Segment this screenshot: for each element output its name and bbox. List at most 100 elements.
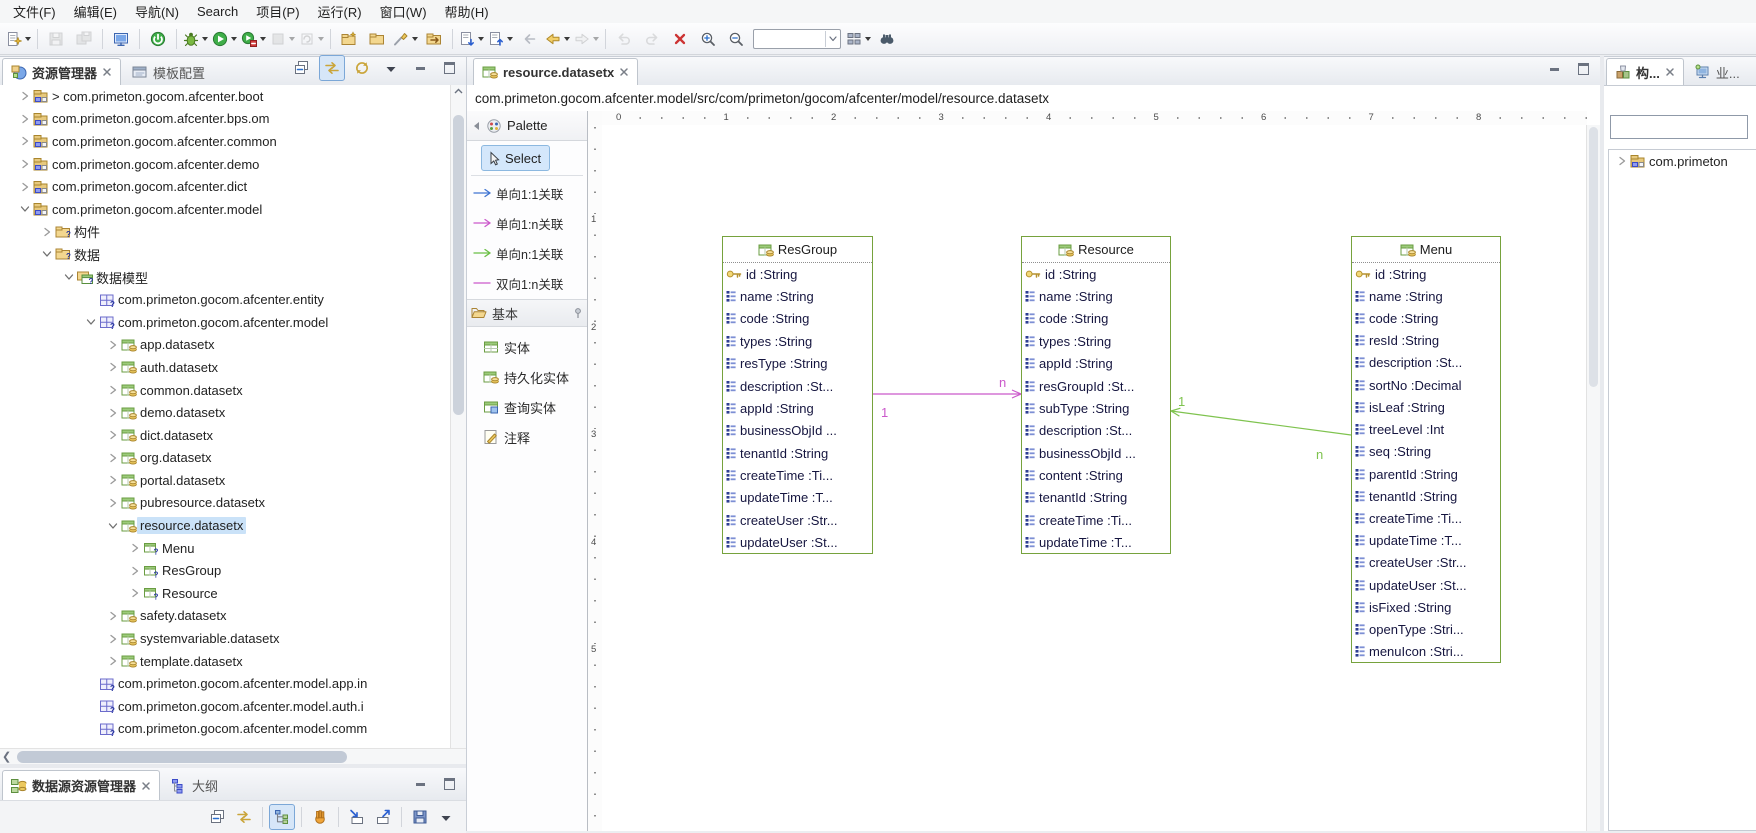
entity-field[interactable]: description :St... [723,375,872,397]
explorer-tab-模板配置[interactable]: 模板配置 [123,58,214,85]
scrollbar-thumb[interactable] [17,751,347,763]
close-tab-icon[interactable] [141,781,151,791]
editor-tab-resource-datasetx[interactable]: resource.datasetx [473,58,638,85]
relation-tool-单向1:1关联[interactable]: 单向1:1关联 [473,179,563,207]
datasource-tab-数据源资源管理器[interactable]: 数据源资源管理器 [2,770,160,800]
tree-item[interactable]: ?Resource [0,582,451,605]
expander-expanded-icon[interactable] [38,247,55,261]
tree-item[interactable]: pubresource.datasetx [0,492,451,515]
entity-field[interactable]: resGroupId :St... [1022,375,1170,397]
entity-field[interactable]: types :String [723,330,872,352]
relation-menu-to-resource[interactable] [1171,411,1351,435]
expander-collapsed-icon[interactable] [16,157,33,171]
delete-button[interactable] [667,27,693,51]
minimize-button[interactable] [1749,57,1756,81]
palette-item-注释[interactable]: 注释 [483,423,530,451]
entity-field[interactable]: createTime :Ti... [1352,507,1500,529]
expander-collapsed-icon[interactable] [104,496,121,510]
relation-tool-单向1:n关联[interactable]: 单向1:n关联 [473,209,563,237]
last-edit-location-button[interactable] [516,27,542,51]
entity-field[interactable]: appId :String [723,397,872,419]
expander-collapsed-icon[interactable] [38,225,55,239]
scroll-up-icon[interactable] [453,86,464,97]
new-file-wizard-button[interactable] [5,27,32,51]
expander-collapsed-icon[interactable] [104,338,121,352]
relation-tool-双向1:n关联[interactable]: 双向1:n关联 [473,269,563,297]
entity-field[interactable]: sortNo :Decimal [1352,374,1500,396]
zoom-combo-combo[interactable] [753,29,841,49]
import-folder-button[interactable] [421,27,447,51]
menu-编辑E[interactable]: 编辑(E) [65,0,126,24]
tree-item[interactable]: ?com.primeton.gocom.afcenter.model.comm [0,718,451,741]
expander-collapsed-icon[interactable] [126,586,143,600]
maximize-button[interactable] [1571,57,1595,81]
tree-item[interactable]: ?com.primeton.gocom.afcenter.entity [0,288,451,311]
tree-item[interactable]: ?com.primeton.gocom.afcenter.model.app.i… [0,672,451,695]
maximize-button[interactable] [437,56,461,80]
combo-dropdown-icon[interactable] [825,31,840,47]
close-tab-icon[interactable] [102,67,112,77]
entity-field[interactable]: updateTime :T... [1352,530,1500,552]
checkout-dropdown-icon[interactable] [478,37,484,41]
entity-field[interactable]: tenantId :String [1022,487,1170,509]
tree-item[interactable]: com.primeton.gocom.afcenter.demo [0,153,451,176]
tree-item[interactable]: ?构件 [0,221,451,244]
expander-collapsed-icon[interactable] [16,112,33,126]
export-button[interactable] [371,805,395,829]
explorer-horizontal-scrollbar[interactable]: ❮ [0,748,466,765]
hand-tool-button[interactable] [308,805,332,829]
entity-field[interactable]: resId :String [1352,330,1500,352]
refresh-button[interactable] [350,56,374,80]
entity-field[interactable]: updateUser :St... [1352,574,1500,596]
search-button[interactable] [874,27,900,51]
expander-collapsed-icon[interactable] [104,360,121,374]
select-tool[interactable]: Select [481,145,550,171]
forward-dropdown-icon[interactable] [593,37,599,41]
collapse-all-button[interactable] [290,56,314,80]
link-with-editor-button[interactable] [319,55,345,81]
expander-collapsed-icon[interactable] [104,406,121,420]
tree-item[interactable]: portal.datasetx [0,469,451,492]
open-folder-button[interactable] [364,27,390,51]
expander-collapsed-icon[interactable] [104,383,121,397]
scrollbar-thumb[interactable] [453,115,464,415]
view-menu-button[interactable] [434,805,458,829]
new-folder-button[interactable] [336,27,362,51]
entity-field[interactable]: openType :Stri... [1352,619,1500,641]
relation-tool-单向n:1关联[interactable]: 单向n:1关联 [473,239,563,267]
minimize-button[interactable] [408,56,432,80]
tree-item[interactable]: ?Menu [0,537,451,560]
palette-item-实体[interactable]: 实体 [483,333,530,361]
entity-field[interactable]: isFixed :String [1352,596,1500,618]
checkin-button[interactable] [487,27,514,51]
entity-field[interactable]: tenantId :String [1352,485,1500,507]
back-button[interactable] [544,27,571,51]
run-special-dropdown-icon[interactable] [260,37,266,41]
back-dropdown-icon[interactable] [564,37,570,41]
expander-collapsed-icon[interactable] [16,89,33,103]
tree-item[interactable]: ?数据 [0,243,451,266]
entity-field[interactable]: isLeaf :String [1352,396,1500,418]
layout-grid-button[interactable] [845,27,872,51]
entity-field[interactable]: code :String [1022,308,1170,330]
tree-item[interactable]: auth.datasetx [0,356,451,379]
expander-expanded-icon[interactable] [104,519,121,533]
entity-Menu[interactable]: Menuid :Stringname :Stringcode :Stringre… [1351,236,1501,663]
entity-field[interactable]: description :St... [1022,420,1170,442]
right-tree-item[interactable]: com.primeton [1609,150,1756,173]
right-tab-业...[interactable]: 业... [1686,58,1749,85]
palette-item-查询实体[interactable]: 查询实体 [483,393,556,421]
entity-field[interactable]: description :St... [1352,352,1500,374]
tree-item[interactable]: demo.datasetx [0,401,451,424]
menu-文件F[interactable]: 文件(F) [4,0,65,24]
menu-Search[interactable]: Search [188,1,247,22]
menu-导航N[interactable]: 导航(N) [126,0,188,24]
datasource-tab-大纲[interactable]: 大纲 [162,770,227,800]
tree-item[interactable]: ?数据模型 [0,266,451,289]
expander-expanded-icon[interactable] [60,270,77,284]
tree-item[interactable]: safety.datasetx [0,605,451,628]
tree-item[interactable]: > com.primeton.gocom.afcenter.boot [0,85,451,108]
layout-grid-dropdown-icon[interactable] [865,37,871,41]
entity-field[interactable]: name :String [1352,285,1500,307]
close-tab-icon[interactable] [619,67,629,77]
